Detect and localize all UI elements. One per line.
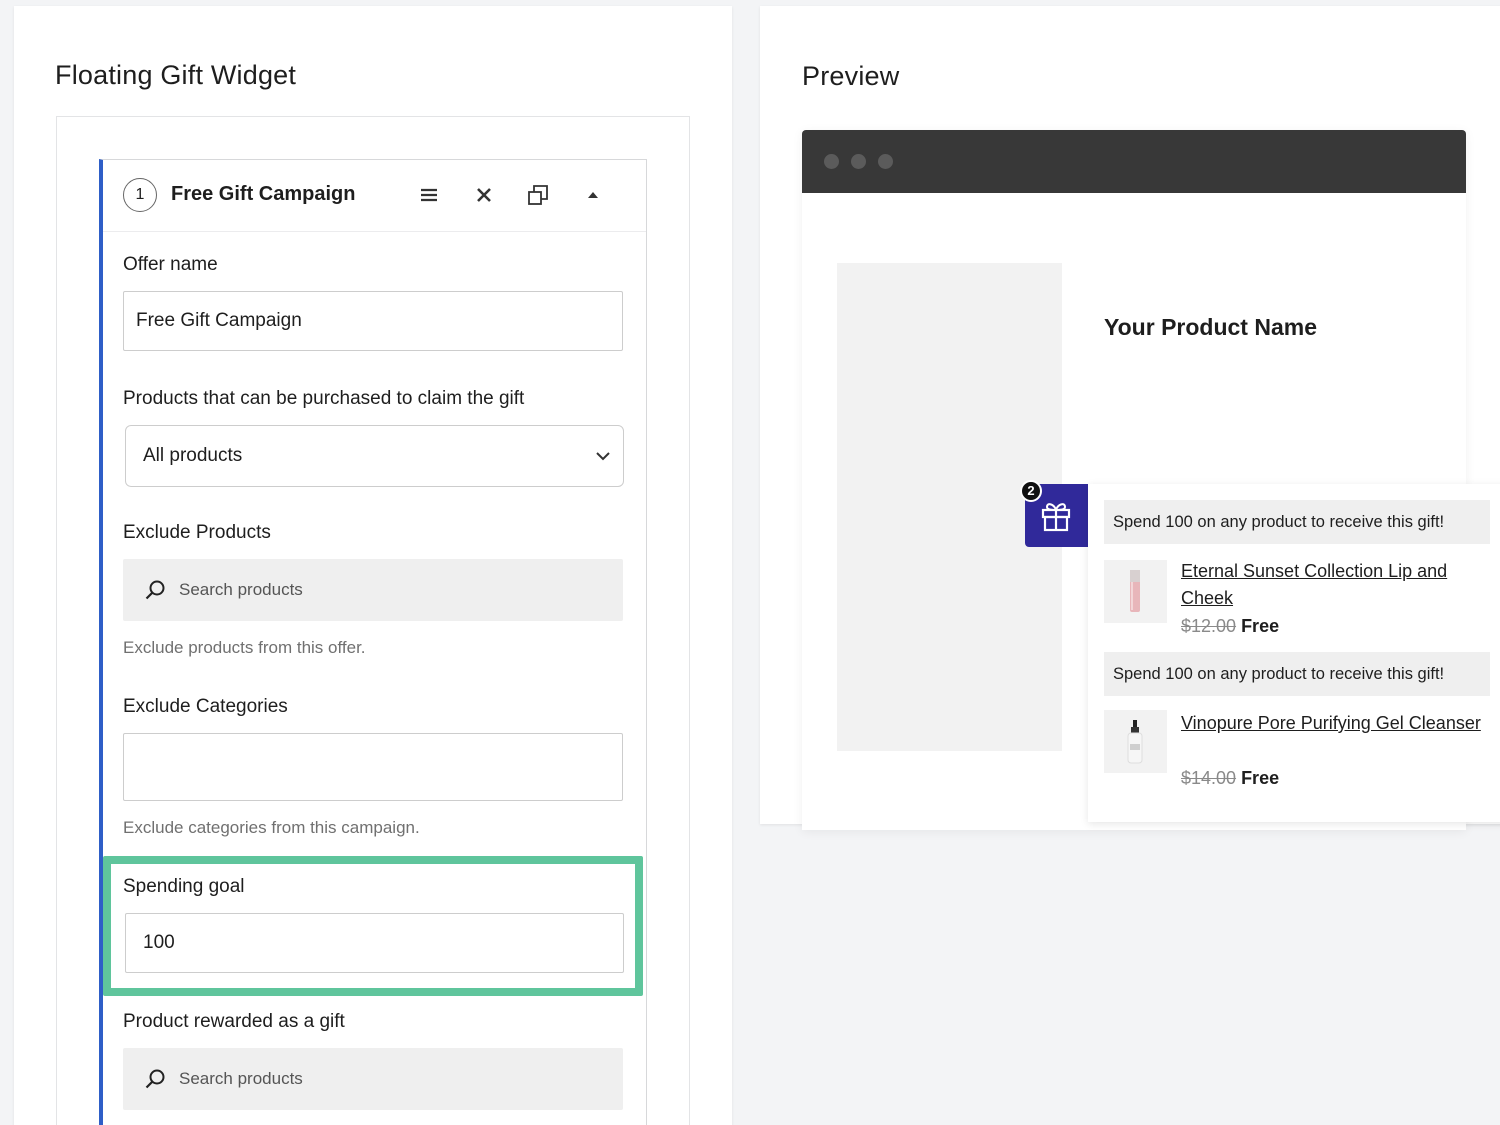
settings-panel: Floating Gift Widget 1 Free Gift Campaig… (14, 6, 732, 1125)
gift-icon (1041, 503, 1071, 532)
browser-mockup: Your Product Name 2 Spend 100 on any pro… (802, 130, 1500, 830)
old-price: $14.00 (1181, 768, 1237, 788)
chevron-down-icon (596, 452, 610, 461)
products-select[interactable]: All products (125, 425, 624, 487)
offer-name-label: Offer name (123, 254, 218, 275)
offer-product-link[interactable]: Eternal Sunset Collection Lip and Cheek (1181, 558, 1481, 612)
window-dot (824, 154, 839, 169)
campaign-card: 1 Free Gift Campaign Offer name Free Gif… (99, 159, 647, 1125)
old-price: $12.00 (1181, 616, 1237, 636)
exclude-products-search[interactable]: Search products (123, 559, 623, 621)
spending-goal-label: Spending goal (123, 876, 245, 897)
gift-product-label: Product rewarded as a gift (123, 1011, 345, 1032)
exclude-categories-help: Exclude categories from this campaign. (123, 818, 420, 837)
preview-title: Preview (802, 61, 900, 91)
new-price: Free (1241, 616, 1280, 636)
preview-panel: Preview Your Product Name 2 Spend 100 on… (760, 6, 1500, 830)
close-icon[interactable] (471, 182, 497, 208)
menu-icon[interactable] (416, 182, 442, 208)
search-icon (145, 580, 165, 600)
browser-bar (802, 130, 1466, 193)
product-thumbnail (1104, 560, 1167, 623)
offer-price: $14.00 Free (1181, 768, 1279, 789)
offer-name-input[interactable]: Free Gift Campaign (123, 291, 623, 351)
new-price: Free (1241, 768, 1280, 788)
exclude-products-label: Exclude Products (123, 522, 271, 543)
collapse-arrow-icon[interactable] (580, 182, 606, 208)
duplicate-icon[interactable] (525, 182, 551, 208)
exclude-products-help: Exclude products from this offer. (123, 638, 366, 657)
spending-goal-input[interactable]: 100 (125, 913, 624, 973)
gift-product-search[interactable]: Search products (123, 1048, 623, 1110)
campaign-list: 1 Free Gift Campaign Offer name Free Gif… (56, 116, 690, 1125)
products-label: Products that can be purchased to claim … (123, 388, 525, 409)
product-thumbnail (1104, 710, 1167, 773)
offer-product-link[interactable]: Vinopure Pore Purifying Gel Cleanser (1181, 710, 1481, 737)
gift-count-badge: 2 (1020, 480, 1042, 502)
settings-title: Floating Gift Widget (55, 60, 297, 90)
campaign-header[interactable]: 1 Free Gift Campaign (103, 160, 646, 232)
product-name: Your Product Name (1104, 314, 1317, 340)
exclude-products-placeholder: Search products (179, 580, 303, 599)
products-select-value: All products (143, 445, 243, 466)
window-dot (851, 154, 866, 169)
offer-banner: Spend 100 on any product to receive this… (1104, 500, 1490, 544)
exclude-categories-input[interactable] (123, 733, 623, 801)
step-number: 1 (123, 178, 157, 212)
exclude-categories-label: Exclude Categories (123, 696, 288, 717)
gift-product-placeholder: Search products (179, 1069, 303, 1088)
offer-price: $12.00 Free (1181, 616, 1279, 637)
offer-banner: Spend 100 on any product to receive this… (1104, 652, 1490, 696)
campaign-title: Free Gift Campaign (171, 183, 356, 205)
window-dot (878, 154, 893, 169)
search-icon (145, 1069, 165, 1089)
gift-popup: Spend 100 on any product to receive this… (1088, 484, 1500, 822)
